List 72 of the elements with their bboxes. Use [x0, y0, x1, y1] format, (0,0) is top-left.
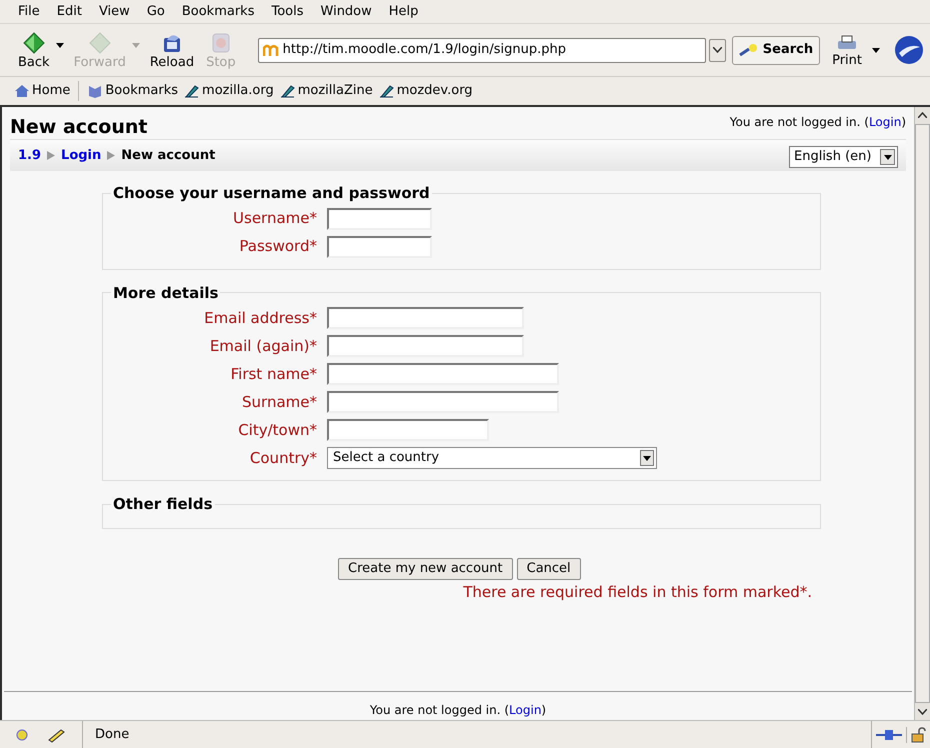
form-button[interactable]: Create my new account — [338, 558, 513, 580]
bookmark-item[interactable]: Bookmarks — [78, 81, 180, 101]
breadcrumb-separator-icon — [107, 151, 116, 160]
bookmark-item[interactable]: mozillaZine — [278, 81, 375, 101]
input-field[interactable] — [327, 391, 559, 413]
country-select[interactable]: Select a country — [327, 447, 657, 469]
dropdown-caret-icon[interactable] — [56, 42, 64, 48]
input-field[interactable] — [327, 307, 524, 329]
field-label: Email address* — [203, 308, 318, 329]
field-label: First name* — [230, 364, 318, 385]
field-label: City/town* — [237, 420, 318, 441]
page-title: New account — [10, 115, 148, 139]
select-caret-icon[interactable] — [880, 149, 895, 165]
menu-item[interactable]: Window — [312, 0, 380, 24]
breadcrumb-separator-icon — [47, 151, 56, 160]
pen-icon[interactable] — [46, 726, 66, 742]
address-field[interactable]: http://tim.moodle.com/1.9/login/signup.php — [258, 38, 706, 62]
field-label: Username* — [232, 208, 318, 230]
input-field[interactable] — [327, 335, 524, 357]
globe-logo-icon — [894, 35, 924, 65]
padlock-icon — [906, 726, 926, 742]
login-link[interactable]: Login — [868, 115, 902, 129]
bookmark-item[interactable]: mozdev.org — [376, 81, 475, 101]
status-text: Done — [95, 726, 130, 744]
breadcrumb-link[interactable]: Login — [61, 146, 102, 166]
menu-item[interactable]: View — [90, 0, 138, 24]
login-status-text: You are not logged in. (Login) — [730, 114, 906, 131]
breadcrumb-link[interactable]: 1.9 — [18, 146, 42, 166]
language-select[interactable]: English (en) — [789, 146, 898, 168]
print-button[interactable]: Print — [832, 30, 862, 70]
input-field[interactable] — [327, 419, 489, 441]
field-label: Country* — [248, 448, 318, 469]
printer-icon — [836, 34, 858, 52]
bookmark-item[interactable]: mozilla.org — [182, 81, 276, 101]
nav-button[interactable]: Back — [12, 26, 56, 74]
forward-arrow-icon — [88, 32, 111, 54]
field-label: Password* — [238, 236, 318, 258]
input-field[interactable] — [327, 363, 559, 385]
input-field[interactable] — [327, 236, 432, 258]
site-favicon-icon — [262, 43, 279, 57]
login-link[interactable]: Login — [509, 703, 542, 717]
search-button[interactable]: Search — [732, 36, 820, 64]
dropdown-caret-icon[interactable] — [872, 48, 880, 52]
field-label: Surname* — [241, 392, 318, 413]
house-icon — [14, 84, 30, 98]
form-button[interactable]: Cancel — [516, 558, 581, 580]
bookmark-link-icon — [280, 84, 296, 98]
section-legend: Other fields — [111, 493, 214, 516]
back-arrow-icon — [22, 32, 45, 54]
bookmarks-folder-icon — [87, 84, 104, 98]
menu-item[interactable]: File — [10, 0, 48, 24]
address-dropdown-icon[interactable] — [708, 38, 726, 62]
menu-item[interactable]: Help — [380, 0, 426, 24]
field-label: Email (again)* — [208, 336, 318, 357]
menu-item[interactable]: Go — [138, 0, 173, 24]
login-status-text: You are not logged in. (Login) — [370, 702, 546, 719]
stop-icon — [210, 32, 232, 54]
nav-button[interactable]: Reload — [144, 26, 200, 74]
connection-plug-icon — [876, 728, 902, 740]
section-legend: More details — [111, 282, 220, 304]
select-caret-icon[interactable] — [640, 450, 654, 466]
menu-item[interactable]: Edit — [48, 0, 90, 24]
breadcrumb-current: New account — [121, 146, 216, 165]
required-fields-note: There are required fields in this form marked*. — [463, 582, 812, 602]
menu-item[interactable]: Bookmarks — [174, 0, 262, 24]
bookmark-link-icon — [378, 84, 395, 98]
menu-item[interactable]: Tools — [263, 0, 312, 24]
input-field[interactable] — [327, 208, 432, 230]
section-legend: Choose your username and password — [111, 182, 432, 204]
bookmark-link-icon — [184, 84, 200, 98]
bookmark-item[interactable]: Home — [12, 81, 72, 101]
search-icon — [738, 43, 759, 57]
